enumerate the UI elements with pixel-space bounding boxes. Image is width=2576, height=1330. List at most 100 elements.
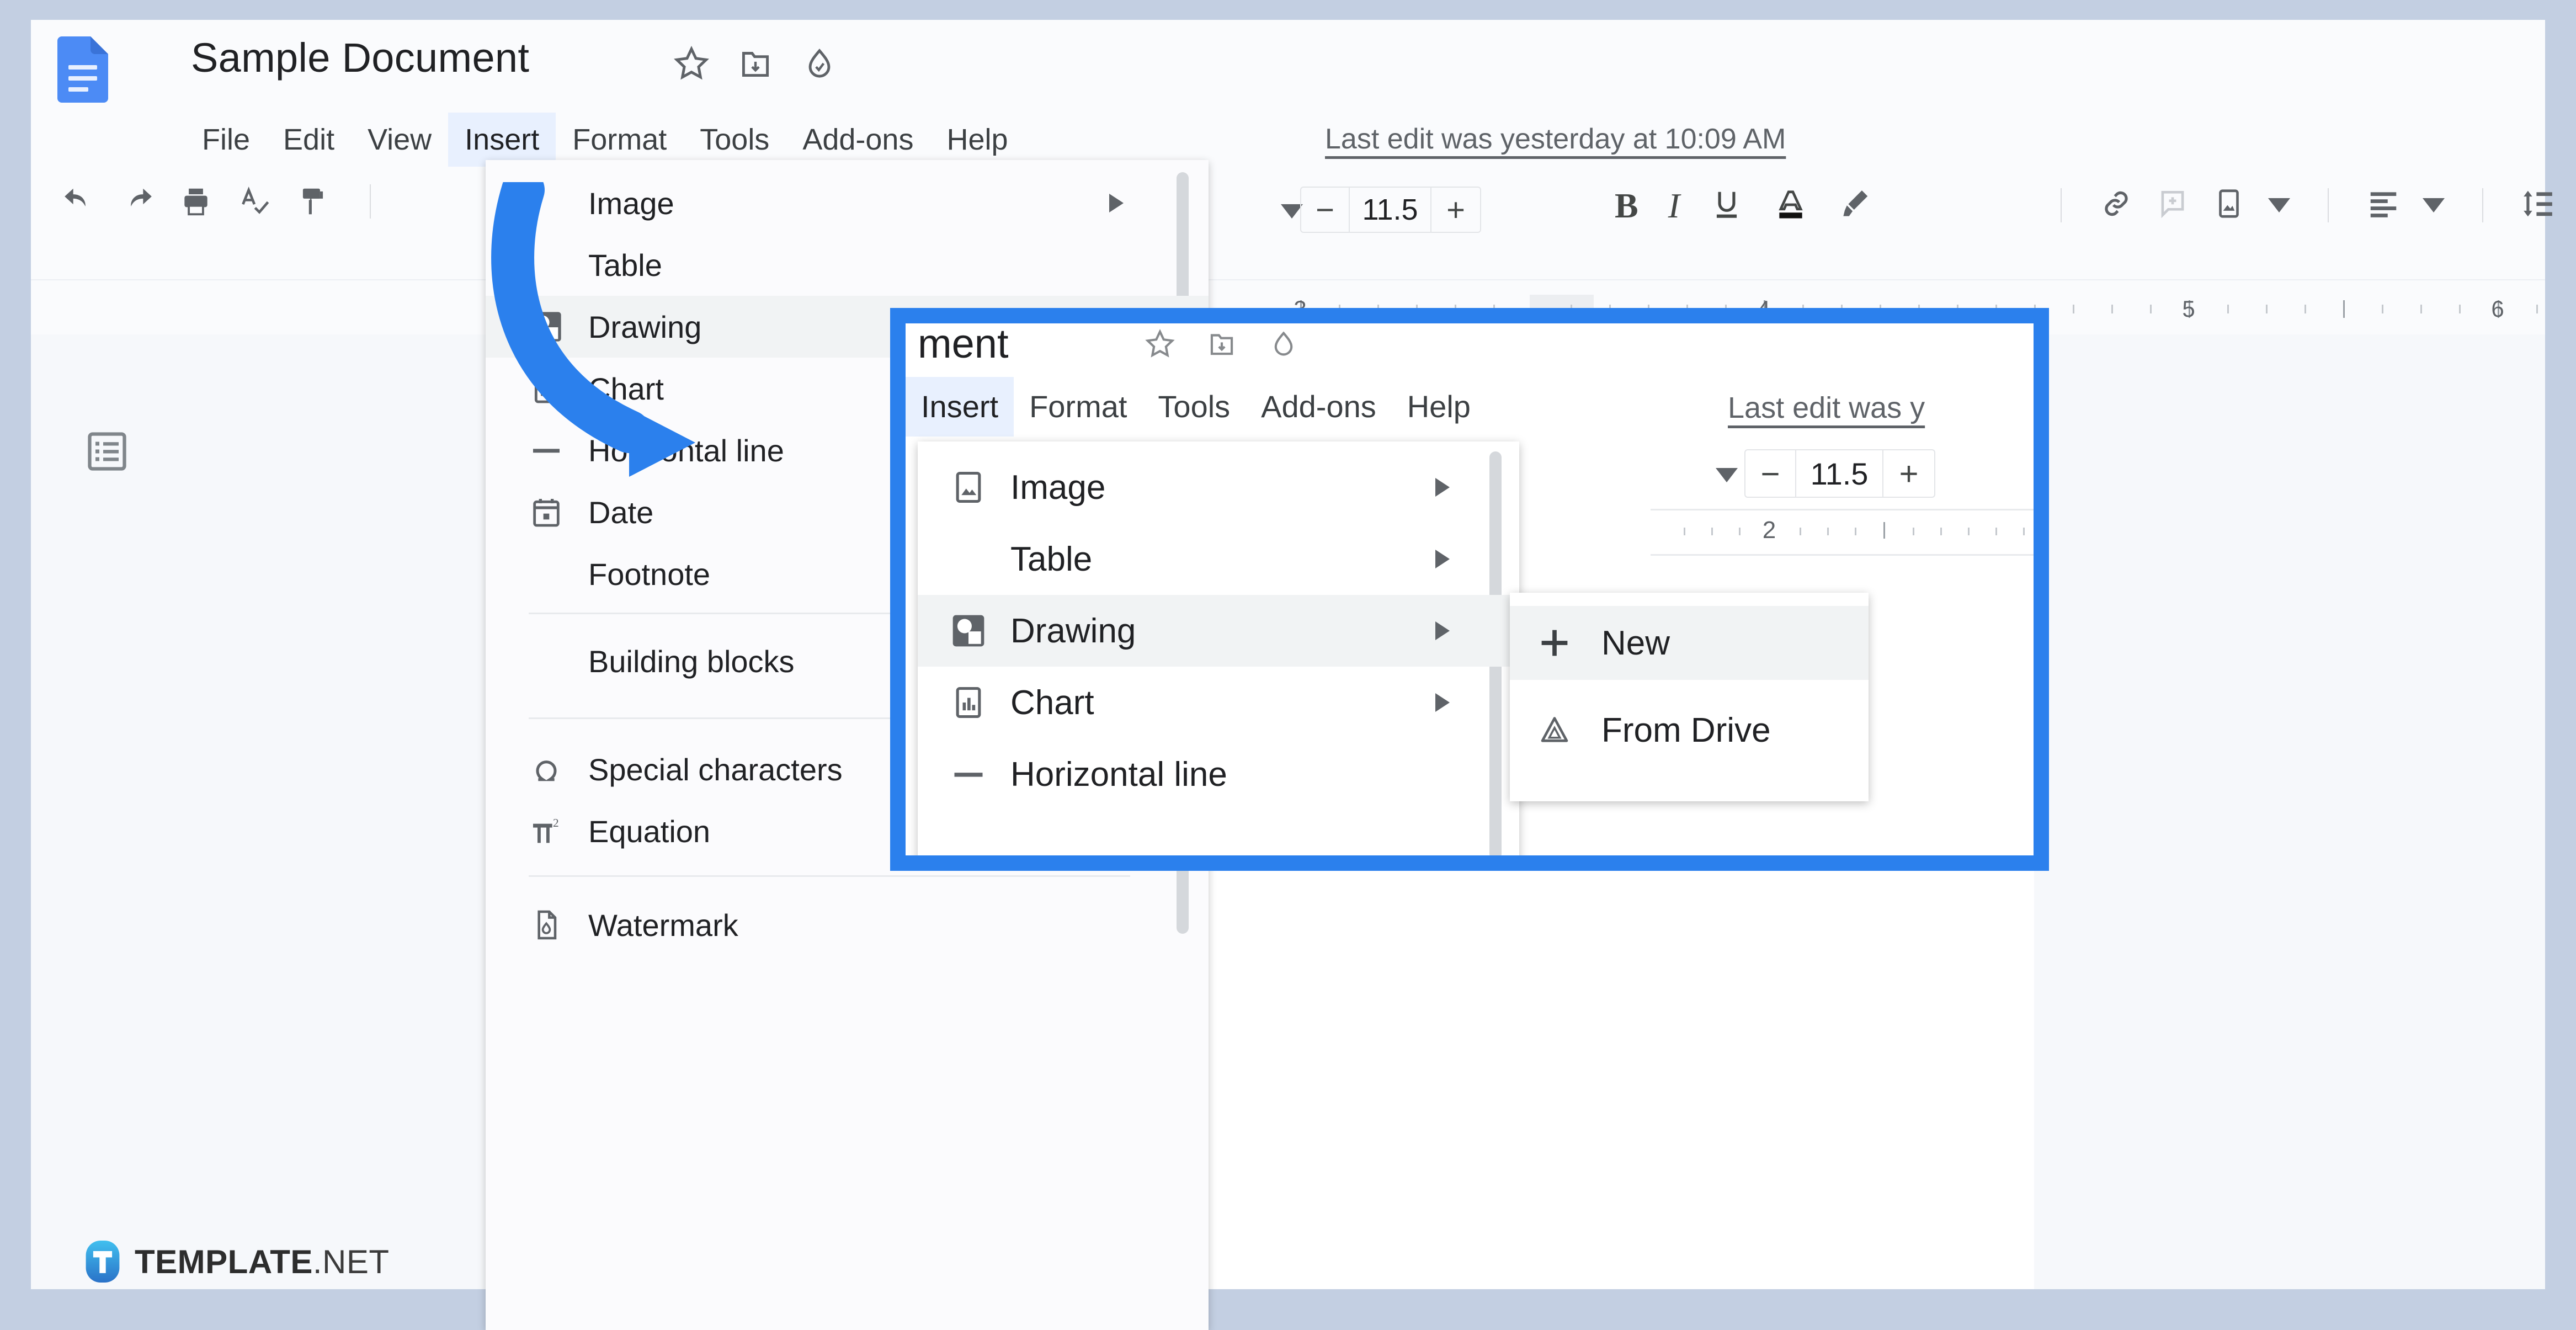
move-to-folder-icon[interactable] <box>735 43 776 84</box>
redo-icon[interactable] <box>120 184 155 219</box>
zoom-callout-content: ment Insert Format Tools Add-ons Help La… <box>906 323 2034 855</box>
callout-menu-option-table[interactable]: Table <box>918 523 1519 595</box>
drawing-submenu-from-drive[interactable]: From Drive <box>1510 693 1869 767</box>
menu-option-image-label: Image <box>588 185 674 221</box>
toolbar-divider-2 <box>2061 188 2062 222</box>
menu-option-date-label: Date <box>588 494 654 530</box>
template-net-logo: TEMPLATE.NET <box>85 1241 390 1283</box>
document-outline-icon[interactable] <box>84 428 130 475</box>
menu-option-horizontal-line-label: Horizontal line <box>588 433 784 468</box>
date-icon <box>529 494 564 530</box>
align-caret-icon[interactable] <box>2423 198 2445 212</box>
callout-menu-option-drawing[interactable]: Drawing <box>918 595 1519 667</box>
text-color-button[interactable] <box>1774 188 1808 225</box>
menu-item-format[interactable]: Format <box>556 113 683 167</box>
brand-bold-text: TEMPLATE <box>135 1243 313 1280</box>
callout-font-size-value[interactable]: 11.5 <box>1796 450 1883 497</box>
callout-move-to-folder-icon[interactable] <box>1205 327 1239 361</box>
drawing-icon <box>950 612 987 650</box>
menu-option-footnote-label: Footnote <box>588 556 711 592</box>
toolbar-format-group: B I <box>1615 185 1872 226</box>
menu-option-watermark-label: Watermark <box>588 907 738 943</box>
last-edit-status[interactable]: Last edit was yesterday at 10:09 AM <box>1325 123 1786 156</box>
callout-drive-cloud-icon[interactable] <box>1266 327 1301 361</box>
omega-icon <box>529 752 564 787</box>
chart-icon <box>950 684 987 721</box>
drawing-submenu-new[interactable]: New <box>1510 606 1869 680</box>
link-icon[interactable] <box>2099 187 2133 224</box>
menu-option-watermark[interactable]: Watermark <box>486 894 1209 956</box>
callout-star-icon[interactable] <box>1143 327 1177 361</box>
callout-font-size-increase-button[interactable]: + <box>1883 450 1934 497</box>
menu-item-tools[interactable]: Tools <box>683 113 786 167</box>
callout-menu-option-horizontal-line[interactable]: Horizontal line <box>918 738 1519 810</box>
undo-icon[interactable] <box>62 184 96 219</box>
menu-item-edit[interactable]: Edit <box>267 113 351 167</box>
menu-item-addons[interactable]: Add-ons <box>786 113 930 167</box>
plus-icon <box>1536 625 1573 661</box>
callout-insert-dropdown: Image Table Drawing Chart Horizontal lin… <box>918 441 1519 855</box>
drawing-icon <box>529 309 564 344</box>
menu-option-image[interactable]: Image <box>486 172 1209 234</box>
align-icon[interactable] <box>2366 187 2401 224</box>
drawing-submenu: New From Drive <box>1510 593 1869 801</box>
callout-document-title-fragment: ment <box>918 323 1009 366</box>
callout-menu-option-image[interactable]: Image <box>918 451 1519 523</box>
font-size-increase-button[interactable]: + <box>1431 188 1480 232</box>
document-title[interactable]: Sample Document <box>191 34 529 81</box>
callout-menu-bar: Insert Format Tools Add-ons Help <box>906 376 1486 437</box>
menu-option-chart-label: Chart <box>588 371 664 406</box>
google-docs-logo-icon <box>57 36 108 103</box>
add-comment-icon[interactable] <box>2155 187 2190 224</box>
callout-menu-item-insert[interactable]: Insert <box>906 377 1014 437</box>
menu-item-help[interactable]: Help <box>930 113 1024 167</box>
underline-button[interactable] <box>1710 188 1744 225</box>
callout-submenu-arrow-drawing-icon <box>1435 621 1450 640</box>
toolbar-insert-group <box>2045 187 2555 224</box>
callout-submenu-arrow-table-icon <box>1435 550 1450 568</box>
insert-image-caret-icon[interactable] <box>2268 198 2290 212</box>
callout-menu-option-chart[interactable]: Chart <box>918 667 1519 738</box>
drive-cloud-icon[interactable] <box>799 43 840 84</box>
watermark-icon <box>529 907 564 943</box>
insert-image-icon[interactable] <box>2212 187 2246 224</box>
italic-button[interactable]: I <box>1668 185 1680 226</box>
ruler-number-5: 5 <box>2182 296 2195 322</box>
bold-button[interactable]: B <box>1615 185 1638 226</box>
font-dropdown-caret-icon[interactable] <box>1281 204 1303 219</box>
menu-option-building-blocks-label: Building blocks <box>588 643 795 679</box>
line-spacing-icon[interactable] <box>2521 187 2555 224</box>
star-icon[interactable] <box>671 43 712 84</box>
toolbar: − 11.5 + B I <box>31 180 2552 245</box>
callout-menu-item-tools[interactable]: Tools <box>1142 377 1246 437</box>
brand-light-text: .NET <box>312 1243 390 1280</box>
drawing-submenu-from-drive-label: From Drive <box>1601 711 1771 749</box>
callout-ruler[interactable]: 2 <box>1678 517 2034 550</box>
spellcheck-icon[interactable] <box>237 184 272 219</box>
callout-font-size-stepper: − 11.5 + <box>1744 449 1935 498</box>
menu-option-table[interactable]: Table <box>486 234 1209 296</box>
menu-item-file[interactable]: File <box>185 113 267 167</box>
callout-font-dropdown-caret-icon[interactable] <box>1716 468 1738 482</box>
menu-item-view[interactable]: View <box>351 113 448 167</box>
callout-menu-item-format[interactable]: Format <box>1014 377 1142 437</box>
callout-menu-item-addons[interactable]: Add-ons <box>1246 377 1392 437</box>
menu-item-insert[interactable]: Insert <box>448 113 556 167</box>
submenu-arrow-icon <box>1109 194 1124 212</box>
toolbar-divider <box>370 184 371 219</box>
callout-last-edit-status[interactable]: Last edit was y <box>1728 391 1925 425</box>
menu-separator-3 <box>529 875 1130 877</box>
callout-ruler-divider <box>1651 554 2034 556</box>
font-size-value[interactable]: 11.5 <box>1350 188 1431 232</box>
callout-submenu-arrow-image-icon <box>1435 478 1450 497</box>
callout-title-strip: ment <box>906 323 2034 373</box>
highlight-color-button[interactable] <box>1838 188 1872 225</box>
paint-format-icon[interactable] <box>296 184 330 219</box>
svg-text:2: 2 <box>553 816 559 829</box>
print-icon[interactable] <box>179 184 213 219</box>
callout-menu-item-help[interactable]: Help <box>1392 377 1486 437</box>
image-icon <box>950 469 987 506</box>
font-size-decrease-button[interactable]: − <box>1301 188 1350 232</box>
callout-font-size-decrease-button[interactable]: − <box>1745 450 1796 497</box>
toolbar-divider-4 <box>2482 188 2483 222</box>
